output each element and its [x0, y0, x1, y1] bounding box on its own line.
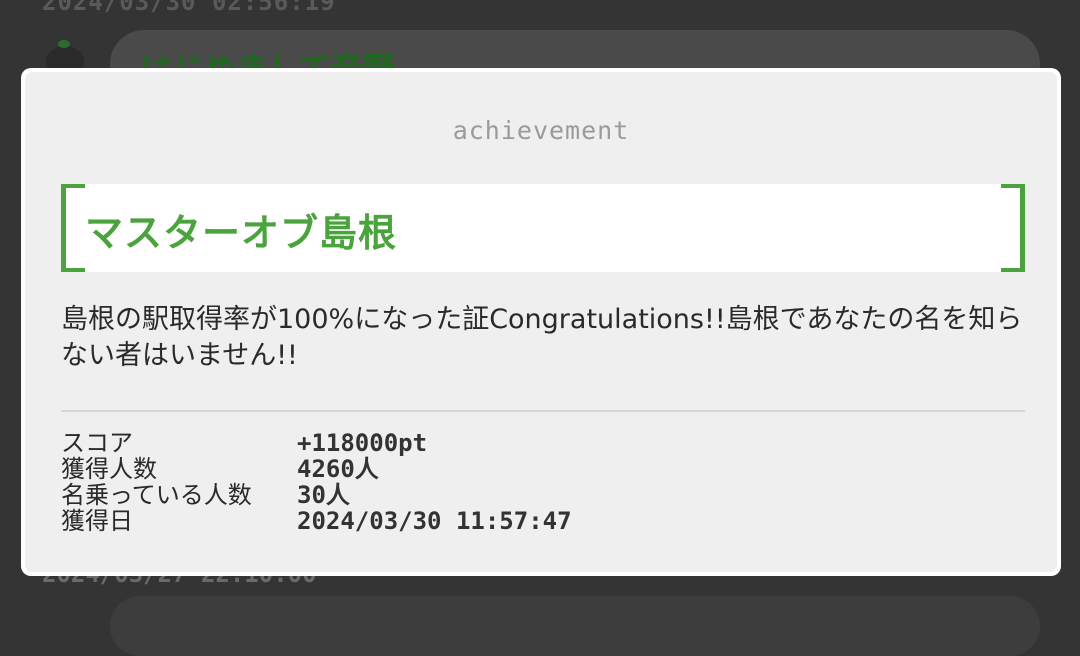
achievement-title-box: マスターオブ島根: [61, 184, 1025, 272]
stat-value: 2024/03/30 11:57:47: [297, 507, 572, 535]
stat-label: スコア: [61, 429, 133, 457]
stat-label: 獲得日: [61, 507, 133, 535]
stat-value: 4260人: [297, 455, 379, 483]
stat-value: +118000pt: [297, 429, 428, 457]
stat-row-score: スコア +118000pt: [61, 430, 1025, 456]
stat-row-titled-count: 名乗っている人数 30人: [61, 482, 1025, 508]
achievement-dialog: achievement マスターオブ島根 島根の駅取得率が100%になった証Co…: [21, 68, 1061, 576]
stat-row-earned-date: 獲得日 2024/03/30 11:57:47: [61, 508, 1025, 534]
stat-label: 名乗っている人数: [61, 481, 252, 509]
stat-row-earned-count: 獲得人数 4260人: [61, 456, 1025, 482]
left-bracket-decoration: [61, 184, 85, 272]
achievement-title: マスターオブ島根: [85, 211, 398, 255]
divider: [61, 410, 1025, 412]
achievement-dialog-body: achievement マスターオブ島根 島根の駅取得率が100%になった証Co…: [25, 72, 1057, 572]
stat-value: 30人: [297, 481, 350, 509]
feed-timestamp: 2024/03/30 02:56:19: [42, 0, 336, 16]
feed-card[interactable]: [110, 596, 1040, 656]
stat-label: 獲得人数: [61, 455, 157, 483]
right-bracket-decoration: [1001, 184, 1025, 272]
achievement-description: 島根の駅取得率が100%になった証Congratulations!!島根であなた…: [61, 304, 1023, 371]
dialog-heading: achievement: [452, 116, 630, 145]
achievement-stats: スコア +118000pt 獲得人数 4260人 名乗っている人数 30人 獲得…: [61, 430, 1025, 534]
